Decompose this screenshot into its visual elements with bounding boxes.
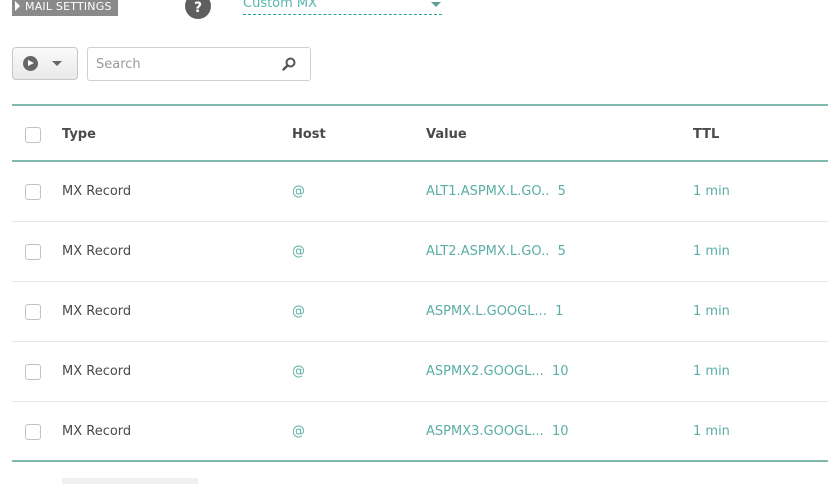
caret-down-icon xyxy=(431,2,441,7)
record-value-text: ALT2.ASPMX.L.GO.. xyxy=(426,244,550,259)
chevron-right-icon xyxy=(15,1,20,11)
column-header-type[interactable]: Type xyxy=(62,127,96,142)
record-value[interactable]: ALT2.ASPMX.L.GO.. 5 xyxy=(426,244,566,259)
record-type: MX Record xyxy=(62,364,132,379)
column-header-ttl[interactable]: TTL xyxy=(693,127,719,142)
record-host[interactable]: @ xyxy=(292,364,305,379)
bulk-action-button[interactable] xyxy=(12,47,78,80)
add-record-button-edge[interactable] xyxy=(62,478,198,484)
record-value[interactable]: ALT1.ASPMX.L.GO.. 5 xyxy=(426,184,566,199)
record-host[interactable]: @ xyxy=(292,424,305,439)
row-checkbox[interactable] xyxy=(25,364,41,380)
mail-settings-label: MAIL SETTINGS xyxy=(25,0,112,13)
mail-settings-badge: MAIL SETTINGS xyxy=(12,0,118,16)
mx-provider-value: Custom MX xyxy=(243,0,318,11)
column-header-host[interactable]: Host xyxy=(292,127,326,142)
table-row[interactable]: MX Record @ ASPMX2.GOOGL... 10 1 min xyxy=(12,342,828,402)
record-host[interactable]: @ xyxy=(292,184,305,199)
record-host[interactable]: @ xyxy=(292,304,305,319)
column-header-value[interactable]: Value xyxy=(426,127,467,142)
record-type: MX Record xyxy=(62,424,132,439)
help-icon[interactable]: ? xyxy=(185,0,211,19)
record-priority: 5 xyxy=(557,244,566,259)
table-row[interactable]: MX Record @ ALT1.ASPMX.L.GO.. 5 1 min xyxy=(12,162,828,222)
record-value[interactable]: ASPMX.L.GOOGL... 1 xyxy=(426,304,563,319)
record-priority: 1 xyxy=(555,304,564,319)
record-ttl[interactable]: 1 min xyxy=(693,424,730,439)
record-value-text: ASPMX.L.GOOGL... xyxy=(426,304,547,319)
play-circle-icon xyxy=(23,56,38,71)
record-priority: 10 xyxy=(552,424,569,439)
search-input[interactable] xyxy=(96,54,266,74)
search-icon[interactable] xyxy=(282,57,296,71)
table-row[interactable]: MX Record @ ASPMX.L.GOOGL... 1 1 min xyxy=(12,282,828,342)
select-all-checkbox[interactable] xyxy=(25,127,41,143)
record-ttl[interactable]: 1 min xyxy=(693,244,730,259)
record-value-text: ASPMX3.GOOGL... xyxy=(426,424,544,439)
dns-records-table: Type Host Value TTL MX Record @ ALT1.ASP… xyxy=(12,104,828,462)
record-type: MX Record xyxy=(62,304,132,319)
record-ttl[interactable]: 1 min xyxy=(693,184,730,199)
record-ttl[interactable]: 1 min xyxy=(693,364,730,379)
record-value-text: ASPMX2.GOOGL... xyxy=(426,364,544,379)
chevron-down-icon xyxy=(52,61,62,66)
record-priority: 5 xyxy=(557,184,566,199)
table-header: Type Host Value TTL xyxy=(12,104,828,162)
row-checkbox[interactable] xyxy=(25,184,41,200)
record-type: MX Record xyxy=(62,184,132,199)
record-type: MX Record xyxy=(62,244,132,259)
record-priority: 10 xyxy=(552,364,569,379)
table-row[interactable]: MX Record @ ALT2.ASPMX.L.GO.. 5 1 min xyxy=(12,222,828,282)
record-ttl[interactable]: 1 min xyxy=(693,304,730,319)
record-host[interactable]: @ xyxy=(292,244,305,259)
record-value[interactable]: ASPMX3.GOOGL... 10 xyxy=(426,424,569,439)
table-row[interactable]: MX Record @ ASPMX3.GOOGL... 10 1 min xyxy=(12,402,828,462)
record-value[interactable]: ASPMX2.GOOGL... 10 xyxy=(426,364,569,379)
row-checkbox[interactable] xyxy=(25,304,41,320)
row-checkbox[interactable] xyxy=(25,424,41,440)
help-label: ? xyxy=(193,0,203,16)
search-box xyxy=(87,47,311,81)
mx-provider-select[interactable]: Custom MX xyxy=(243,0,442,15)
record-value-text: ALT1.ASPMX.L.GO.. xyxy=(426,184,550,199)
row-checkbox[interactable] xyxy=(25,244,41,260)
